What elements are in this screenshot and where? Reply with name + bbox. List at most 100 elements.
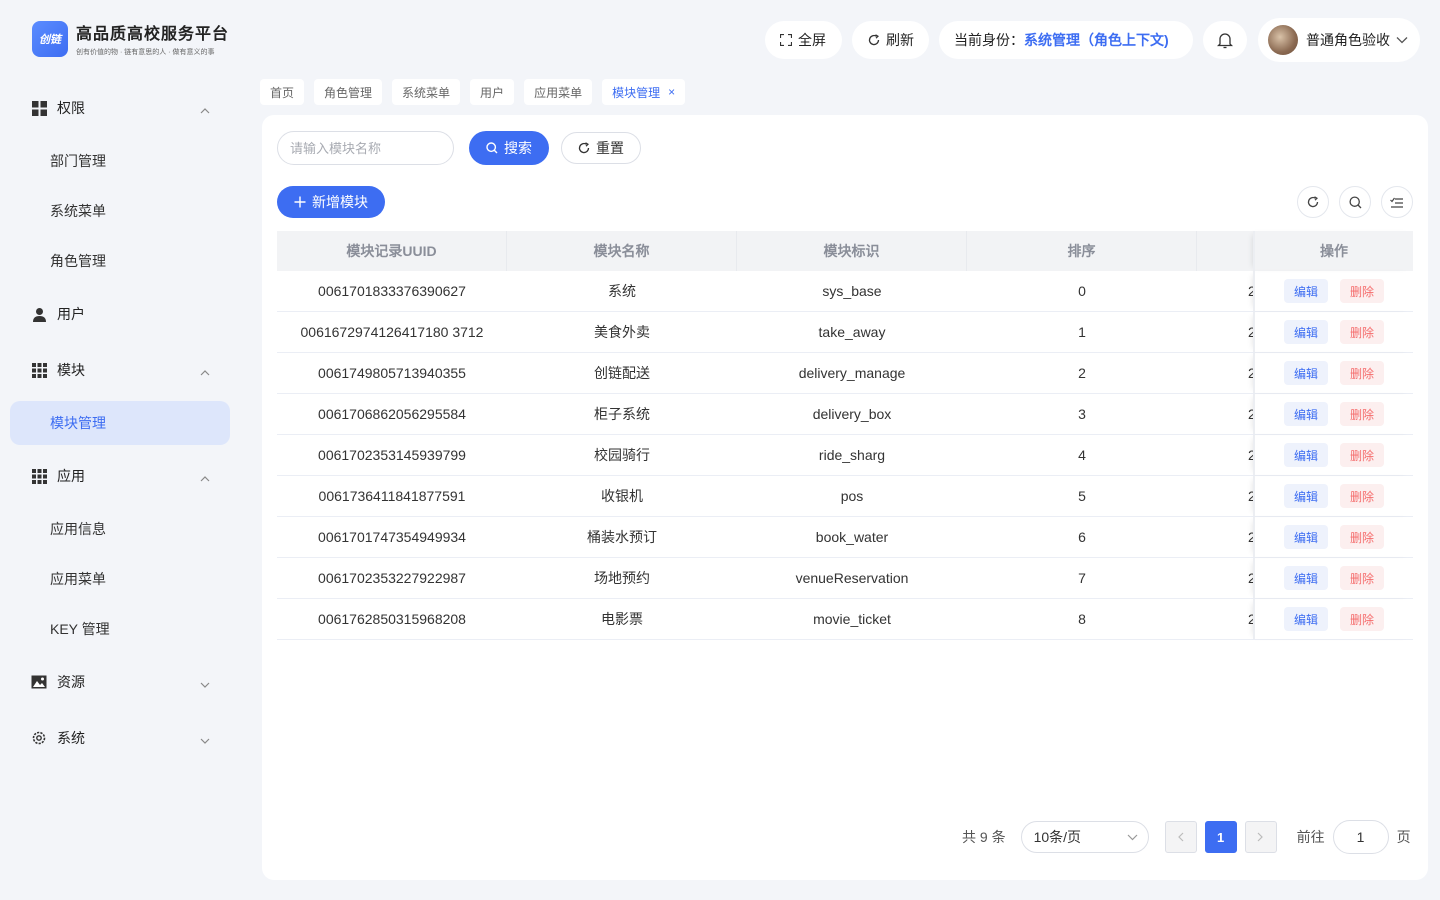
chevron-down-icon [200, 733, 210, 744]
menu-group-apps[interactable]: 应用 [0, 448, 246, 504]
next-page-button[interactable] [1244, 821, 1277, 853]
menu-group-permissions[interactable]: 权限 [0, 80, 246, 136]
cell-code: movie_ticket [813, 611, 891, 627]
cell-truncated: 2 [1248, 283, 1253, 299]
add-module-button[interactable]: 新增模块 [277, 186, 385, 218]
menu-group-system[interactable]: 系统 [0, 710, 246, 766]
cell-actions: 编辑 删除 [1253, 271, 1413, 311]
module-name-search-input[interactable] [277, 131, 454, 165]
cell-name: 系统 [608, 283, 636, 299]
delete-button[interactable]: 删除 [1340, 484, 1385, 508]
delete-button[interactable]: 删除 [1340, 443, 1385, 467]
apps-icon [31, 362, 47, 378]
avatar [1268, 25, 1298, 55]
page-size-select[interactable]: 10条/页 [1020, 821, 1149, 853]
edit-button[interactable]: 编辑 [1283, 525, 1328, 549]
column-header-actions: 操作 [1253, 231, 1413, 271]
cell-actions: 编辑 删除 [1253, 517, 1413, 557]
notification-button[interactable] [1203, 21, 1247, 59]
page-number-button[interactable]: 1 [1204, 821, 1237, 853]
cell-uuid: 0061762850315968208 [318, 611, 466, 627]
edit-button[interactable]: 编辑 [1283, 361, 1328, 385]
tab-app-menu[interactable]: 应用菜单 [524, 79, 593, 105]
goto-prefix: 前往 [1296, 829, 1325, 845]
sidebar-item-system-menu[interactable]: 系统菜单 [0, 186, 246, 236]
grid-icon [31, 100, 47, 116]
sidebar-item-department[interactable]: 部门管理 [0, 136, 246, 186]
delete-button[interactable]: 删除 [1340, 607, 1385, 631]
sidebar-item-app-menu[interactable]: 应用菜单 [0, 554, 246, 604]
cell-name: 电影票 [601, 611, 643, 627]
menu-group-label: 权限 [57, 100, 85, 116]
edit-button[interactable]: 编辑 [1283, 607, 1328, 631]
menu-group-resources[interactable]: 资源 [0, 654, 246, 710]
close-icon[interactable]: × [668, 85, 675, 99]
fullscreen-button[interactable]: 全屏 [765, 21, 842, 59]
cell-uuid: 0061706862056295584 [318, 406, 466, 422]
edit-button[interactable]: 编辑 [1283, 566, 1328, 590]
sidebar-item-key-management[interactable]: KEY 管理 [0, 604, 246, 654]
search-button[interactable]: 搜索 [469, 131, 549, 165]
table-row: 0061701833376390627 系统 sys_base 0 2 编辑 删除 [277, 271, 1413, 312]
fullscreen-icon [780, 34, 792, 46]
table-row: 0061701747354949934 桶装水预订 book_water 6 2 编辑 删除 [277, 517, 1413, 558]
delete-button[interactable]: 删除 [1340, 525, 1385, 549]
search-icon [486, 142, 498, 154]
goto-page-input[interactable] [1332, 820, 1389, 854]
tab-system-menu[interactable]: 系统菜单 [392, 79, 461, 105]
brand-title: 高品质高校服务平台 [76, 26, 230, 43]
sidebar-item-module-management[interactable]: 模块管理 [10, 401, 230, 445]
cell-sort: 1 [1078, 324, 1086, 340]
brand-logo: 创链 [32, 20, 68, 57]
cell-code: pos [840, 488, 864, 504]
cell-truncated: 2 [1248, 488, 1253, 504]
sidebar-item-app-info[interactable]: 应用信息 [0, 504, 246, 554]
refresh-button[interactable]: 刷新 [852, 21, 929, 59]
edit-button[interactable]: 编辑 [1283, 484, 1328, 508]
tab-home[interactable]: 首页 [260, 79, 305, 105]
reset-button[interactable]: 重置 [561, 132, 641, 164]
tab-module-management[interactable]: 模块管理 × [602, 79, 686, 105]
delete-button[interactable]: 删除 [1340, 279, 1385, 303]
user-menu[interactable]: 普通角色验收 [1258, 18, 1420, 62]
edit-button[interactable]: 编辑 [1283, 402, 1328, 426]
cell-code: delivery_box [812, 406, 892, 422]
cell-sort: 0 [1078, 283, 1086, 299]
table-row: 0061672974126417180 3712 美食外卖 take_away 1 2 编… [277, 312, 1413, 353]
search-icon [1348, 195, 1362, 209]
pagination: 共 9 条 10条/页 1 前往 页 [962, 820, 1411, 854]
chevron-up-icon [200, 103, 210, 114]
cell-name: 美食外卖 [594, 324, 650, 340]
menu-group-modules[interactable]: 模块 [0, 342, 246, 398]
delete-button[interactable]: 删除 [1340, 320, 1385, 344]
edit-button[interactable]: 编辑 [1283, 279, 1328, 303]
tab-roles[interactable]: 角色管理 [314, 79, 383, 105]
apps-icon [31, 468, 47, 484]
role-prefix: 当前身份： [954, 32, 1024, 48]
delete-button[interactable]: 删除 [1340, 402, 1385, 426]
menu-group-users[interactable]: 用户 [0, 286, 246, 342]
pagination-total: 共 9 条 [962, 829, 1006, 845]
cell-code: venueReservation [795, 570, 909, 586]
table-row: 0061706862056295584 柜子系统 delivery_box 3 2 编辑删… [277, 394, 1413, 435]
delete-button[interactable]: 删除 [1340, 361, 1385, 385]
edit-button[interactable]: 编辑 [1283, 320, 1328, 344]
cell-uuid: 0061736411841877591 [318, 488, 466, 504]
toggle-search-button[interactable] [1339, 186, 1371, 218]
table-row: 0061702353227922987 场地预约 venueReservation 7… [277, 558, 1413, 599]
prev-page-button[interactable] [1164, 821, 1197, 853]
tab-label: 系统菜单 [402, 85, 451, 100]
cell-uuid: 0061701833376390627 [318, 283, 466, 299]
role-switcher[interactable]: 当前身份： 系统管理（角色上下文) [939, 21, 1193, 59]
tab-label: 用户 [480, 85, 505, 100]
tab-users[interactable]: 用户 [470, 79, 515, 105]
edit-button[interactable]: 编辑 [1283, 443, 1328, 467]
table-refresh-button[interactable] [1297, 186, 1329, 218]
user-icon [31, 306, 47, 322]
delete-button[interactable]: 删除 [1340, 566, 1385, 590]
sidebar-item-roles[interactable]: 角色管理 [0, 236, 246, 286]
column-settings-button[interactable] [1381, 186, 1413, 218]
cell-truncated: 2 [1248, 570, 1253, 586]
brand[interactable]: 创链 高品质高校服务平台 创有价值的物 · 链有意思的人 · 做有意义的事 [32, 20, 229, 57]
cell-uuid: 0061672974126417180 3712 [300, 324, 484, 340]
